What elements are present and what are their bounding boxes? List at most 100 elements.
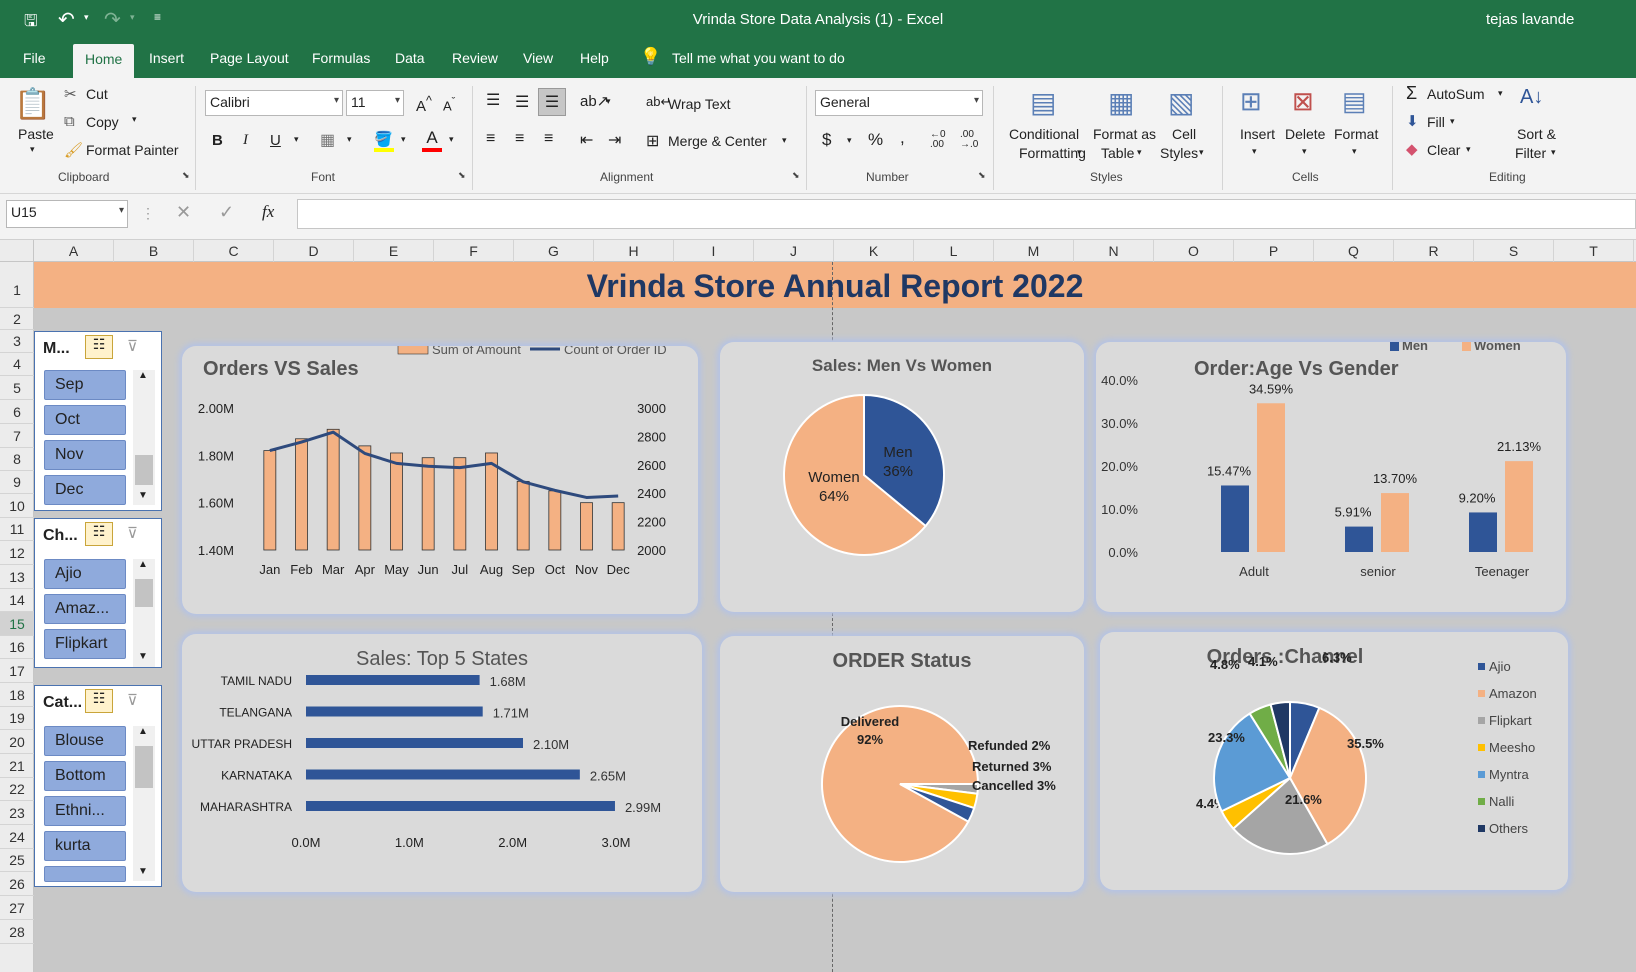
font-launcher-icon[interactable]: ⬊ — [458, 170, 466, 181]
currency-icon[interactable]: $ — [822, 130, 831, 150]
paste-dropdown-icon[interactable]: ▾ — [30, 144, 35, 155]
card-orders-vs-sales[interactable]: Orders VS Sales Sum of Amount Count of Or… — [182, 346, 698, 614]
scroll-up-icon[interactable]: ▲ — [138, 559, 148, 570]
sort-filter-label-2[interactable]: Filter — [1515, 145, 1546, 161]
clear-filter-icon[interactable]: ⊽ — [127, 524, 138, 542]
autosum-button[interactable]: AutoSum — [1427, 86, 1485, 102]
row-header[interactable]: 3 — [0, 330, 34, 353]
delete-cells-button[interactable]: Delete — [1285, 126, 1325, 142]
decrease-indent-icon[interactable]: ⇤ — [580, 130, 593, 150]
slicer-item-partial[interactable] — [44, 866, 126, 882]
clear-filter-icon[interactable]: ⊽ — [127, 337, 138, 355]
clipboard-launcher-icon[interactable]: ⬊ — [182, 170, 190, 181]
column-header[interactable]: K — [834, 240, 914, 262]
row-header[interactable]: 10 — [0, 494, 34, 518]
format-as-table-label-2[interactable]: Table — [1101, 145, 1134, 161]
column-header[interactable]: A — [34, 240, 114, 262]
font-size-combo[interactable]: 11 ▾ — [346, 90, 404, 116]
user-name[interactable]: tejas lavande — [1486, 11, 1574, 28]
borders-dropdown-icon[interactable]: ▾ — [347, 134, 352, 145]
slicer-item[interactable]: Bottom — [44, 761, 126, 791]
name-box[interactable]: U15 ▾ — [6, 200, 128, 228]
column-header[interactable]: N — [1074, 240, 1154, 262]
row-header[interactable]: 2 — [0, 308, 34, 330]
slicer-item[interactable]: Sep — [44, 370, 126, 400]
align-middle-icon[interactable]: ☰ — [515, 92, 529, 112]
slicer-item[interactable]: Nov — [44, 440, 126, 470]
column-header[interactable]: I — [674, 240, 754, 262]
slicer-month[interactable]: M... ☷ ⊽ Sep Oct Nov Dec ▲ ▼ — [34, 331, 162, 511]
row-header[interactable]: 20 — [0, 730, 34, 754]
slicer-item[interactable]: Amaz... — [44, 594, 126, 624]
customize-qat-icon[interactable]: ≡ — [154, 10, 161, 24]
column-header[interactable]: S — [1474, 240, 1554, 262]
multi-select-icon[interactable]: ☷ — [85, 522, 113, 546]
column-header[interactable]: R — [1394, 240, 1474, 262]
row-header[interactable]: 21 — [0, 754, 34, 778]
format-as-table-label-1[interactable]: Format as — [1093, 126, 1156, 142]
slicer-item[interactable]: Blouse — [44, 726, 126, 756]
slicer-item[interactable]: Dec — [44, 475, 126, 505]
currency-dropdown-icon[interactable]: ▾ — [847, 135, 852, 146]
align-left-icon[interactable]: ≡ — [486, 130, 495, 148]
tab-home[interactable]: Home — [73, 44, 135, 78]
row-header[interactable]: 13 — [0, 565, 34, 589]
column-header[interactable]: F — [434, 240, 514, 262]
align-top-icon[interactable]: ☰ — [486, 90, 500, 110]
scroll-up-icon[interactable]: ▲ — [138, 370, 148, 381]
percent-icon[interactable]: % — [868, 130, 883, 150]
slicer-item[interactable]: Flipkart — [44, 629, 126, 659]
insert-cells-button[interactable]: Insert — [1240, 126, 1275, 142]
row-header[interactable]: 23 — [0, 801, 34, 825]
column-header[interactable]: P — [1234, 240, 1314, 262]
formula-input[interactable] — [297, 199, 1636, 229]
tab-page-layout[interactable]: Page Layout — [210, 50, 289, 66]
column-header[interactable]: E — [354, 240, 434, 262]
row-header[interactable]: 24 — [0, 825, 34, 849]
slicer-item[interactable]: Ajio — [44, 559, 126, 589]
undo-dropdown-icon[interactable]: ▾ — [84, 12, 89, 23]
column-header[interactable]: G — [514, 240, 594, 262]
tell-me-search[interactable]: Tell me what you want to do — [672, 50, 845, 66]
card-order-status[interactable]: ORDER Status Delivered 92% Refunded 2% Retu… — [720, 636, 1084, 892]
tab-data[interactable]: Data — [395, 50, 425, 66]
format-cells-button[interactable]: Format — [1334, 126, 1378, 142]
slicer-scrollbar[interactable]: ▲ ▼ — [133, 726, 155, 881]
merge-dropdown-icon[interactable]: ▾ — [782, 135, 787, 146]
scroll-down-icon[interactable]: ▼ — [138, 866, 148, 877]
slicer-item[interactable]: Ethni... — [44, 796, 126, 826]
row-header[interactable]: 6 — [0, 400, 34, 424]
column-header[interactable]: D — [274, 240, 354, 262]
align-center-icon[interactable]: ≡ — [515, 130, 524, 148]
fill-color-dropdown-icon[interactable]: ▾ — [401, 134, 406, 145]
orientation-icon[interactable]: ab↗ — [580, 92, 609, 110]
cell-styles-label-2[interactable]: Styles — [1160, 145, 1198, 161]
card-top-states[interactable]: Sales: Top 5 States TAMIL NADU 1.68M TELAN… — [182, 634, 702, 892]
row-header[interactable]: 14 — [0, 589, 34, 612]
bold-icon[interactable]: B — [212, 132, 223, 149]
save-icon[interactable]: 🖫 — [24, 10, 38, 37]
copy-dropdown-icon[interactable]: ▾ — [132, 114, 137, 125]
clear-button[interactable]: Clear — [1427, 142, 1460, 158]
redo-icon[interactable]: ↷ — [104, 7, 121, 32]
multi-select-icon[interactable]: ☷ — [85, 689, 113, 713]
multi-select-icon[interactable]: ☷ — [85, 335, 113, 359]
fill-color-icon[interactable]: 🪣 — [374, 130, 394, 152]
row-header[interactable]: 19 — [0, 707, 34, 730]
sort-filter-label-1[interactable]: Sort & — [1517, 126, 1556, 142]
font-color-dropdown-icon[interactable]: ▾ — [449, 134, 454, 145]
borders-icon[interactable]: ▦ — [320, 130, 335, 150]
clear-filter-icon[interactable]: ⊽ — [127, 691, 138, 709]
row-header[interactable]: 1 — [0, 262, 34, 308]
row-header[interactable]: 16 — [0, 636, 34, 659]
fill-button[interactable]: Fill — [1427, 114, 1445, 130]
row-header[interactable]: 7 — [0, 424, 34, 448]
paste-button[interactable]: Paste — [18, 126, 54, 142]
underline-dropdown-icon[interactable]: ▾ — [294, 134, 299, 145]
row-header[interactable]: 8 — [0, 448, 34, 471]
row-header[interactable]: 27 — [0, 896, 34, 920]
undo-icon[interactable]: ↶ — [58, 7, 75, 32]
enter-icon[interactable]: ✓ — [219, 202, 234, 223]
column-header[interactable]: O — [1154, 240, 1234, 262]
row-header[interactable]: 25 — [0, 849, 34, 872]
